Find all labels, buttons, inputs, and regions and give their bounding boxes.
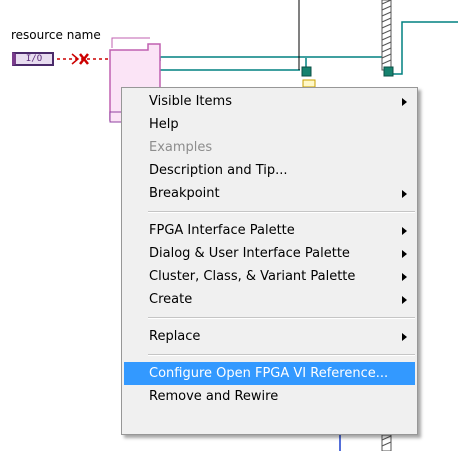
menu-item-label: Remove and Rewire [149,389,279,404]
menu-item-label: FPGA Interface Palette [149,223,295,238]
menu-item-fpga-interface-palette[interactable]: FPGA Interface Palette [122,219,417,242]
submenu-arrow-icon [402,333,407,341]
menu-item-label: Configure Open FPGA VI Reference... [149,366,389,381]
wire-junction[interactable] [383,66,394,77]
menu-item-replace[interactable]: Replace [122,325,417,348]
menu-item-label: Create [149,292,193,307]
menu-item-remove-and-rewire[interactable]: Remove and Rewire [122,385,417,408]
menu-item-description-and-tip[interactable]: Description and Tip... [122,159,417,182]
menu-item-create[interactable]: Create [122,288,417,311]
menu-item-label: Description and Tip... [149,163,288,178]
menu-item-cluster-class-variant-palette[interactable]: Cluster, Class, & Variant Palette [122,265,417,288]
teal-wire[interactable] [159,56,389,72]
submenu-arrow-icon [402,98,407,106]
menu-separator [148,317,415,319]
menu-item-breakpoint[interactable]: Breakpoint [122,182,417,205]
menu-item-label: Dialog & User Interface Palette [149,246,350,261]
menu-item-label: Breakpoint [149,186,220,201]
gold-node[interactable] [302,79,316,88]
submenu-arrow-icon [402,273,407,281]
submenu-arrow-icon [402,227,407,235]
submenu-arrow-icon [402,250,407,258]
menu-item-label: Examples [149,140,213,155]
context-menu: Visible Items Help Examples Description … [121,87,418,435]
menu-item-label: Visible Items [149,94,232,109]
menu-item-dialog-ui-palette[interactable]: Dialog & User Interface Palette [122,242,417,265]
teal-wire-right[interactable] [387,21,458,75]
menu-item-label: Help [149,117,179,132]
menu-item-configure-open-fpga-vi-reference[interactable]: Configure Open FPGA VI Reference... [124,362,415,385]
resource-name-label[interactable]: resource name [11,28,101,42]
menu-item-examples: Examples [122,136,417,159]
menu-separator [148,354,415,356]
submenu-arrow-icon [402,190,407,198]
io-terminal-icon[interactable]: I/O [12,52,54,66]
hatched-bar[interactable] [381,0,392,71]
menu-item-help[interactable]: Help [122,113,417,136]
wire-junction[interactable] [301,66,312,77]
submenu-arrow-icon [402,296,407,304]
menu-item-visible-items[interactable]: Visible Items [122,90,417,113]
menu-item-label: Cluster, Class, & Variant Palette [149,269,356,284]
menu-separator [148,211,415,213]
menu-item-label: Replace [149,329,201,344]
